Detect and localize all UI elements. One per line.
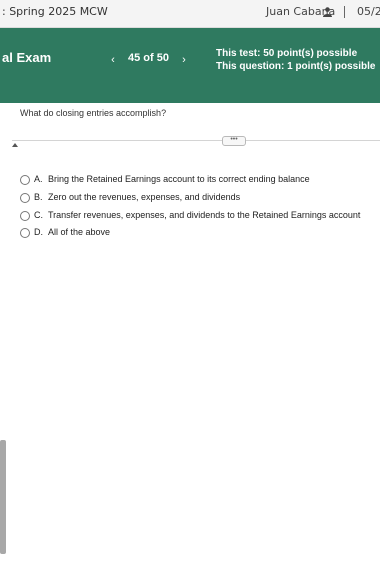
option-text: Bring the Retained Earnings account to i… [48, 174, 310, 184]
question-text: What do closing entries accomplish? [20, 108, 167, 118]
header-separator [344, 6, 345, 18]
question-counter[interactable]: 45 of 50 [128, 52, 169, 64]
expand-more-button[interactable]: ••• [222, 136, 246, 146]
option-letter: C. [34, 210, 43, 220]
caret-up-icon[interactable] [11, 141, 19, 149]
previous-question-button[interactable]: ‹ [105, 52, 121, 68]
option-letter: D. [34, 227, 43, 237]
question-divider [12, 140, 380, 141]
option-letter: B. [34, 192, 43, 202]
user-icon [323, 7, 332, 17]
exam-title: al Exam [2, 50, 52, 65]
next-question-button[interactable]: › [176, 52, 192, 68]
top-bar: : Spring 2025 MCW Juan Cabana 05/2 [0, 0, 380, 28]
radio-button[interactable] [20, 193, 30, 203]
option-text: Zero out the revenues, expenses, and div… [48, 192, 241, 202]
test-points: This test: 50 point(s) possible [216, 48, 358, 59]
course-title[interactable]: : Spring 2025 MCW [2, 5, 108, 18]
option-letter: A. [34, 174, 43, 184]
exam-header: al Exam ‹ 45 of 50 › This test: 50 point… [0, 28, 380, 103]
question-points: This question: 1 point(s) possible [216, 61, 376, 72]
radio-button[interactable] [20, 228, 30, 238]
option-text: All of the above [48, 227, 111, 237]
radio-button[interactable] [20, 175, 30, 185]
radio-button[interactable] [20, 211, 30, 221]
scrollbar-thumb[interactable] [0, 440, 6, 554]
due-date: 05/2 [357, 5, 380, 18]
option-text: Transfer revenues, expenses, and dividen… [48, 210, 361, 220]
